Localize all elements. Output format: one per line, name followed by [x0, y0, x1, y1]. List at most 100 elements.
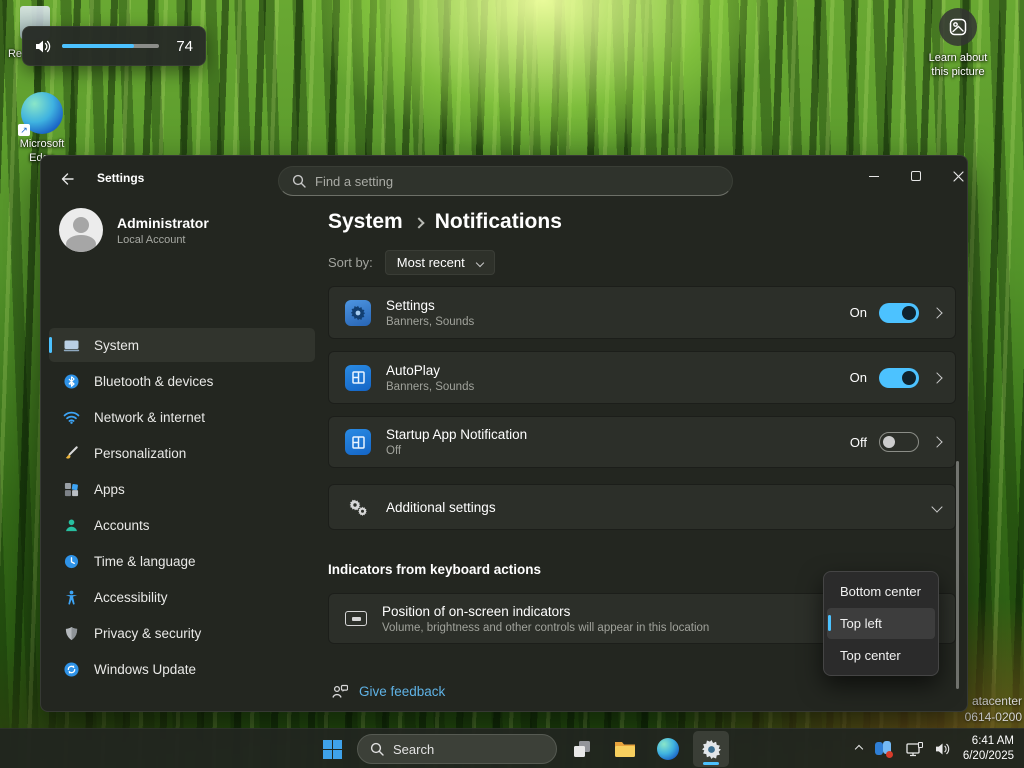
tray-clock[interactable]: 6:41 AM 6/20/2025 — [963, 734, 1014, 764]
paintbrush-icon — [63, 445, 80, 462]
apps-icon — [63, 481, 80, 498]
desktop: Re ↗ Microsoft Edge Learn about this pic… — [0, 0, 1024, 768]
search-icon — [292, 174, 306, 188]
search-placeholder: Find a setting — [315, 174, 393, 189]
taskbar-search-placeholder: Search — [393, 742, 434, 757]
chevron-right-icon — [413, 217, 424, 228]
sidebar-item-time-language[interactable]: Time & language — [49, 544, 315, 578]
back-button[interactable] — [51, 164, 83, 194]
row-subtitle: Banners, Sounds — [386, 381, 850, 393]
avatar — [59, 208, 103, 252]
shortcut-arrow-icon: ↗ — [18, 124, 30, 136]
volume-osd: 74 — [22, 26, 206, 66]
sidebar-item-accessibility[interactable]: Accessibility — [49, 580, 315, 614]
page-title: Notifications — [435, 210, 562, 234]
give-feedback[interactable]: Give feedback — [332, 684, 445, 699]
sort-by-label: Sort by: — [328, 255, 373, 270]
sidebar-item-label: Accessibility — [94, 590, 168, 605]
breadcrumb-system[interactable]: System — [328, 210, 403, 234]
clock-icon — [63, 553, 80, 570]
flyout-item-top-center[interactable]: Top center — [827, 640, 935, 671]
sidebar-item-accounts[interactable]: Accounts — [49, 508, 315, 542]
account-type: Local Account — [117, 234, 209, 246]
row-title: Startup App Notification — [386, 427, 850, 442]
scrollbar[interactable] — [956, 461, 959, 689]
row-title: Additional settings — [386, 500, 933, 515]
flyout-item-top-left[interactable]: Top left — [827, 608, 935, 639]
sort-dropdown[interactable]: Most recent — [385, 250, 495, 275]
row-subtitle: Banners, Sounds — [386, 316, 850, 328]
sidebar-item-privacy-security[interactable]: Privacy & security — [49, 616, 315, 650]
update-icon — [63, 661, 80, 678]
wifi-icon — [63, 409, 80, 426]
toggle-switch[interactable] — [879, 368, 919, 388]
additional-settings-expander[interactable]: Additional settings — [328, 484, 956, 530]
chevron-right-icon — [931, 372, 942, 383]
row-title: Settings — [386, 298, 850, 313]
tray-time: 6:41 AM — [963, 734, 1014, 749]
picture-icon — [939, 8, 977, 46]
gear-icon — [701, 739, 722, 760]
maximize-button[interactable] — [895, 159, 937, 193]
gears-icon — [345, 499, 371, 516]
search-icon — [370, 742, 384, 756]
notification-row-startup[interactable]: Startup App Notification Off Off — [328, 416, 956, 468]
accessibility-icon — [63, 589, 80, 606]
sidebar-nav: System Bluetooth & devices Network & int… — [49, 328, 315, 688]
person-icon — [63, 517, 80, 534]
speaker-icon — [35, 39, 52, 54]
sidebar-item-system[interactable]: System — [49, 328, 315, 362]
notification-row-autoplay[interactable]: AutoPlay Banners, Sounds On — [328, 351, 956, 404]
tray-chevron-up-icon[interactable] — [855, 745, 863, 753]
autoplay-app-icon — [345, 365, 371, 391]
section-heading: Indicators from keyboard actions — [328, 562, 541, 577]
windows-logo-icon — [323, 740, 342, 759]
learn-about-picture[interactable]: Learn about this picture — [918, 8, 998, 80]
edge-button[interactable] — [650, 731, 686, 767]
toggle-state-label: Off — [850, 435, 867, 450]
bluetooth-icon — [63, 373, 80, 390]
volume-slider-fill — [62, 44, 134, 48]
sidebar-item-label: Apps — [94, 482, 125, 497]
startup-app-icon — [345, 429, 371, 455]
sidebar-item-label: Accounts — [94, 518, 150, 533]
minimize-button[interactable] — [853, 159, 895, 193]
account-name: Administrator — [117, 215, 209, 231]
edge-icon — [657, 738, 679, 760]
sidebar-item-apps[interactable]: Apps — [49, 472, 315, 506]
start-button[interactable] — [314, 731, 350, 767]
tray-volume-icon[interactable] — [935, 742, 951, 756]
row-subtitle: Off — [386, 445, 850, 457]
task-view-button[interactable] — [564, 731, 600, 767]
settings-app-icon — [345, 300, 371, 326]
evaluation-watermark: atacenter 0614-0200 — [965, 693, 1022, 725]
settings-search-box[interactable]: Find a setting — [278, 166, 733, 196]
close-button[interactable] — [937, 159, 968, 193]
account-block: Administrator Local Account — [59, 208, 209, 252]
sidebar-item-label: Bluetooth & devices — [94, 374, 213, 389]
notification-row-settings[interactable]: Settings Banners, Sounds On — [328, 286, 956, 339]
sidebar-item-windows-update[interactable]: Windows Update — [49, 652, 315, 686]
file-explorer-button[interactable] — [607, 731, 643, 767]
volume-value: 74 — [169, 38, 193, 55]
toggle-state-label: On — [850, 305, 867, 320]
sidebar-item-bluetooth-devices[interactable]: Bluetooth & devices — [49, 364, 315, 398]
toggle-switch[interactable] — [879, 432, 919, 452]
sidebar-item-personalization[interactable]: Personalization — [49, 436, 315, 470]
toggle-switch[interactable] — [879, 303, 919, 323]
network-icon[interactable] — [906, 742, 923, 757]
sidebar: Administrator Local Account System Bluet… — [49, 202, 321, 711]
sidebar-item-network-internet[interactable]: Network & internet — [49, 400, 315, 434]
feedback-link[interactable]: Give feedback — [359, 684, 445, 699]
flyout-item-bottom-center[interactable]: Bottom center — [827, 576, 935, 607]
people-icon[interactable] — [874, 741, 894, 757]
sidebar-item-label: Personalization — [94, 446, 186, 461]
volume-slider[interactable] — [62, 44, 159, 48]
chevron-down-icon — [475, 258, 483, 266]
settings-taskbar-button[interactable] — [693, 731, 729, 767]
sidebar-item-label: Privacy & security — [94, 626, 201, 641]
taskbar-search[interactable]: Search — [357, 734, 557, 764]
sidebar-item-label: Network & internet — [94, 410, 205, 425]
titlebar[interactable]: Settings Find a setting — [41, 156, 967, 202]
tray-date: 6/20/2025 — [963, 749, 1014, 764]
